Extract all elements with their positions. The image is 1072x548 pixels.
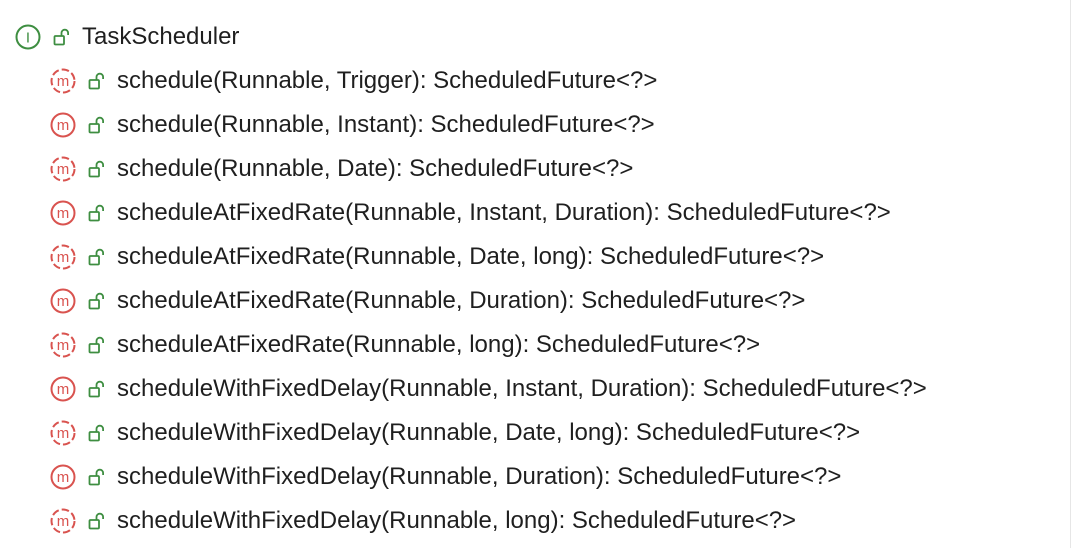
unlocked-icon [88,72,104,90]
method-signature: scheduleAtFixedRate(Runnable, Duration):… [117,287,806,314]
unlocked-icon [53,28,69,46]
unlocked-icon [88,468,104,486]
tree-node-method[interactable]: m schedule(Runnable, Date): ScheduledFutu… [49,147,633,191]
svg-text:m: m [57,249,70,266]
method-signature: scheduleAtFixedRate(Runnable, Instant, D… [117,199,891,226]
method-icon: m [50,376,76,402]
method-icon: m [50,112,76,138]
svg-text:m: m [57,73,70,90]
tree-node-method[interactable]: m scheduleAtFixedRate(Runnable, Duration)… [49,279,805,323]
abstract-method-icon: m [50,156,76,182]
tree-node-method[interactable]: m scheduleWithFixedDelay(Runnable, long):… [49,499,796,543]
method-signature: scheduleWithFixedDelay(Runnable, long): … [117,507,797,534]
method-icon: m [50,464,76,490]
abstract-method-icon: m [50,508,76,534]
tree-node-method[interactable]: m schedule(Runnable, Instant): ScheduledF… [49,103,655,147]
tree-node-method[interactable]: m scheduleAtFixedRate(Runnable, long): Sc… [49,323,760,367]
tree-node-method[interactable]: m scheduleAtFixedRate(Runnable, Instant, … [49,191,891,235]
svg-text:m: m [57,205,70,222]
unlocked-icon [88,424,104,442]
method-signature: schedule(Runnable, Date): ScheduledFutur… [117,155,634,182]
abstract-method-icon: m [50,332,76,358]
unlocked-icon [88,248,104,266]
structure-tree: I TaskScheduler m schedule(Runnable, Trig… [0,0,1071,548]
method-signature: scheduleWithFixedDelay(Runnable, Date, l… [117,419,861,446]
svg-text:m: m [57,469,70,486]
unlocked-icon [88,204,104,222]
method-signature: scheduleWithFixedDelay(Runnable, Instant… [117,375,927,402]
unlocked-icon [88,336,104,354]
tree-node-method[interactable]: m scheduleAtFixedRate(Runnable, Date, lon… [49,235,824,279]
method-signature: schedule(Runnable, Instant): ScheduledFu… [117,111,655,138]
unlocked-icon [88,512,104,530]
svg-text:I: I [26,30,30,47]
tree-node-method[interactable]: m scheduleWithFixedDelay(Runnable, Durati… [49,455,841,499]
svg-text:m: m [57,161,70,178]
abstract-method-icon: m [50,68,76,94]
unlocked-icon [88,380,104,398]
unlocked-icon [88,160,104,178]
abstract-method-icon: m [50,244,76,270]
method-signature: schedule(Runnable, Trigger): ScheduledFu… [117,67,658,94]
interface-name: TaskScheduler [82,23,240,50]
tree-node-method[interactable]: m scheduleWithFixedDelay(Runnable, Date, … [49,411,860,455]
method-signature: scheduleWithFixedDelay(Runnable, Duratio… [117,463,842,490]
method-icon: m [50,288,76,314]
svg-text:m: m [57,293,70,310]
method-signature: scheduleAtFixedRate(Runnable, long): Sch… [117,331,761,358]
svg-text:m: m [57,117,70,134]
svg-text:m: m [57,513,70,530]
svg-text:m: m [57,337,70,354]
tree-node-method[interactable]: m schedule(Runnable, Trigger): ScheduledF… [49,59,657,103]
unlocked-icon [88,116,104,134]
abstract-method-icon: m [50,420,76,446]
svg-text:m: m [57,425,70,442]
method-icon: m [50,200,76,226]
svg-text:m: m [57,381,70,398]
interface-icon: I [15,24,41,50]
method-signature: scheduleAtFixedRate(Runnable, Date, long… [117,243,825,270]
tree-node-interface[interactable]: I TaskScheduler [14,15,239,59]
tree-node-method[interactable]: m scheduleWithFixedDelay(Runnable, Instan… [49,367,927,411]
unlocked-icon [88,292,104,310]
